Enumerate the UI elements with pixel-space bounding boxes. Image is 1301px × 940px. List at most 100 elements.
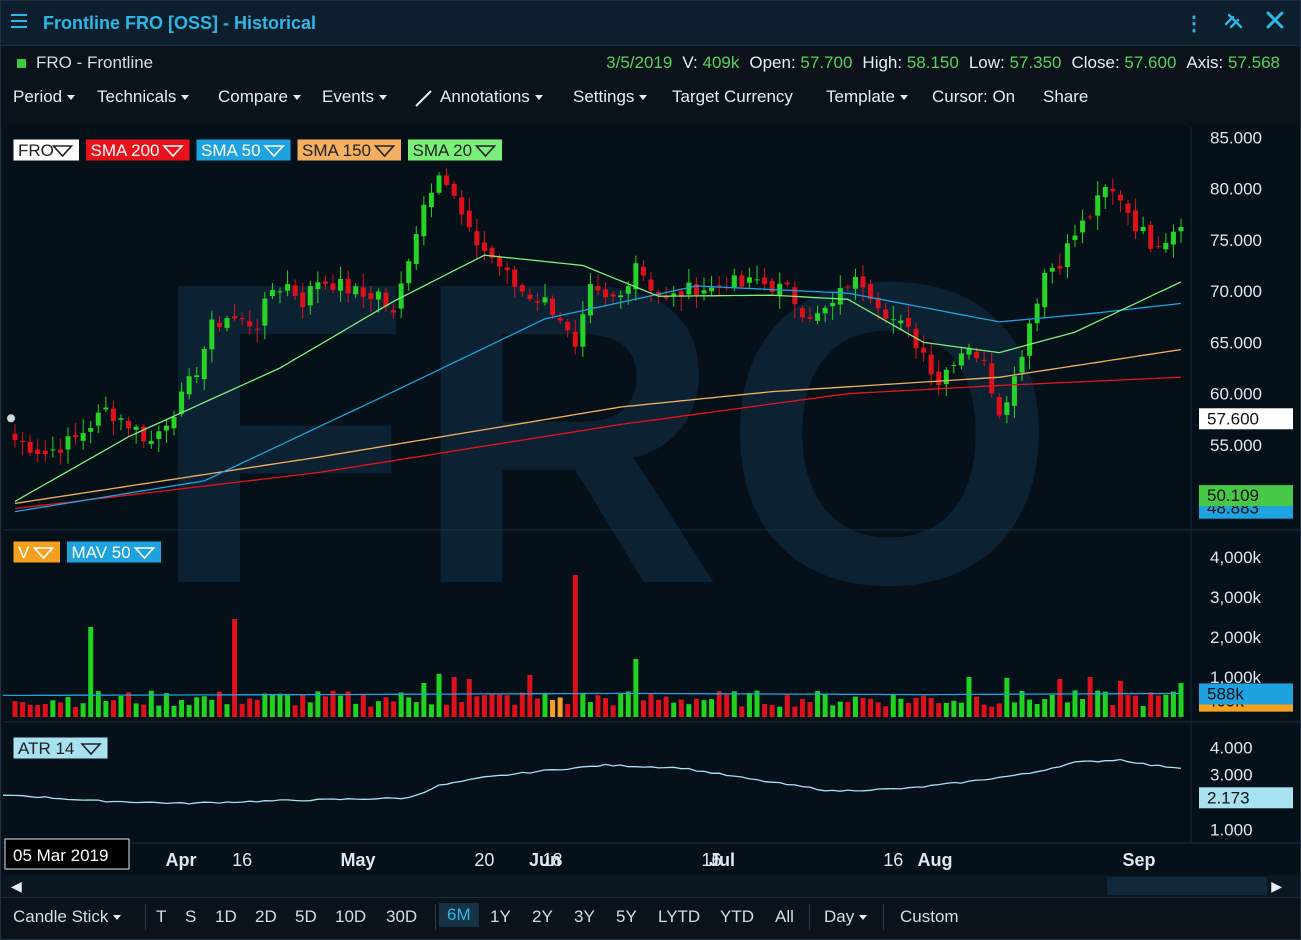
price-legend-sma-50[interactable]: SMA 50: [195, 138, 292, 162]
price-legend-fro[interactable]: FRO: [12, 138, 80, 162]
volume-legend-v[interactable]: V: [12, 540, 61, 564]
template-menu[interactable]: Template: [826, 87, 908, 107]
scroll-left-icon[interactable]: ◀: [11, 878, 22, 895]
candle-body: [35, 449, 41, 455]
range-button-10d[interactable]: 10D: [335, 907, 366, 927]
volume-tick-label: 3,000k: [1210, 588, 1262, 607]
volume-bar: [905, 702, 911, 717]
atr-tick-label: 1.000: [1210, 820, 1253, 839]
range-button-6m[interactable]: 6M: [439, 903, 479, 927]
candle-body: [42, 450, 48, 455]
volume-bar: [35, 705, 41, 717]
volume-bar: [951, 700, 957, 717]
candle-body: [269, 289, 275, 297]
range-button-1y[interactable]: 1Y: [490, 907, 511, 927]
volume-bar: [989, 706, 995, 717]
compare-menu[interactable]: Compare: [218, 87, 301, 107]
close-icon[interactable]: [1264, 9, 1286, 38]
candle-body: [1057, 266, 1063, 269]
range-button-3y[interactable]: 3Y: [574, 907, 595, 927]
volume-bar: [709, 699, 715, 717]
volume-bar: [194, 697, 200, 717]
scroll-right-icon[interactable]: ▶: [1271, 878, 1282, 895]
volume-bar: [300, 694, 306, 717]
volume-bar: [1064, 702, 1070, 717]
settings-menu[interactable]: Settings: [573, 87, 648, 107]
candle-body: [534, 301, 540, 303]
range-button-30d[interactable]: 30D: [386, 907, 417, 927]
candle-body: [928, 354, 934, 375]
candle-body: [815, 313, 821, 321]
volume-bar: [890, 694, 896, 717]
unlink-icon[interactable]: [1222, 9, 1246, 38]
candle-body: [1004, 402, 1010, 415]
volume-bar: [610, 705, 616, 717]
range-button-ytd[interactable]: YTD: [720, 907, 754, 927]
cursor-toggle[interactable]: Cursor: On: [932, 87, 1015, 107]
candle-body: [300, 292, 306, 308]
target-currency-button[interactable]: Target Currency: [672, 87, 793, 107]
candle-body: [315, 282, 321, 290]
candle-body: [1095, 195, 1101, 216]
x-axis-label: 16: [232, 850, 252, 870]
period-menu[interactable]: Period: [13, 87, 76, 107]
x-axis-label: Sep: [1122, 850, 1155, 870]
time-scrollbar[interactable]: ◀ ▶: [3, 875, 1300, 897]
range-button-2y[interactable]: 2Y: [532, 907, 553, 927]
more-options-icon[interactable]: ⋮: [1184, 11, 1204, 37]
volume-bar: [57, 702, 63, 717]
volume-bar: [141, 704, 147, 717]
volume-bar: [20, 702, 26, 717]
share-button[interactable]: Share: [1043, 87, 1088, 107]
range-button-s[interactable]: S: [185, 907, 196, 927]
quote-open-label: Open:: [749, 53, 796, 72]
price-legend-sma-20[interactable]: SMA 20: [407, 138, 503, 162]
candle-body: [943, 369, 949, 385]
quote-close-label: Close:: [1071, 53, 1120, 72]
chart-area[interactable]: FRO 55.000 60.000 65.000 70.000 75.000 80.000 8…: [3, 127, 1300, 875]
candle-body: [466, 210, 472, 228]
x-axis-label: 20: [474, 850, 494, 870]
range-button-lytd[interactable]: LYTD: [658, 907, 700, 927]
atr-legend-atr-14[interactable]: ATR 14: [12, 736, 109, 760]
candle-body: [12, 433, 18, 440]
interval-menu[interactable]: Day: [824, 907, 868, 927]
hamburger-menu-icon[interactable]: [9, 10, 31, 32]
volume-bar: [754, 690, 760, 717]
candle-body: [133, 426, 139, 430]
volume-bar: [398, 692, 404, 717]
volume-bar: [686, 704, 692, 717]
quote-axis: 57.568: [1228, 53, 1280, 72]
volume-bar: [254, 700, 260, 717]
quote-low-label: Low:: [968, 53, 1005, 72]
candle-body: [1011, 376, 1017, 406]
volume-bar: [693, 698, 699, 717]
volume-bar: [451, 677, 457, 717]
range-button-1d[interactable]: 1D: [215, 907, 237, 927]
range-button-5y[interactable]: 5Y: [616, 907, 637, 927]
candle-body: [459, 197, 465, 215]
range-button-t[interactable]: T: [156, 907, 166, 927]
annotations-menu[interactable]: Annotations: [414, 87, 543, 107]
candle-body: [247, 321, 253, 327]
chart-type-menu[interactable]: Candle Stick: [13, 907, 122, 927]
price-legend-sma-200[interactable]: SMA 200: [85, 138, 191, 162]
range-button-5d[interactable]: 5D: [295, 907, 317, 927]
badge-label: 588k: [1207, 684, 1244, 703]
volume-legend-mav-50[interactable]: MAV 50: [66, 540, 162, 564]
scrollbar-thumb[interactable]: [1107, 877, 1267, 895]
price-legend-sma-150[interactable]: SMA 150: [296, 138, 402, 162]
range-button-2d[interactable]: 2D: [255, 907, 277, 927]
candle-body: [1087, 216, 1093, 218]
candle-body: [958, 353, 964, 366]
candle-body: [322, 281, 328, 284]
events-menu[interactable]: Events: [322, 87, 387, 107]
volume-bar: [186, 705, 192, 717]
custom-range-button[interactable]: Custom: [900, 907, 959, 927]
technicals-menu[interactable]: Technicals: [97, 87, 190, 107]
watermark-text: FRO: [149, 194, 1057, 674]
candle-body: [1049, 267, 1055, 272]
candle-body: [451, 183, 457, 196]
candle-body: [345, 278, 351, 294]
range-button-all[interactable]: All: [775, 907, 794, 927]
